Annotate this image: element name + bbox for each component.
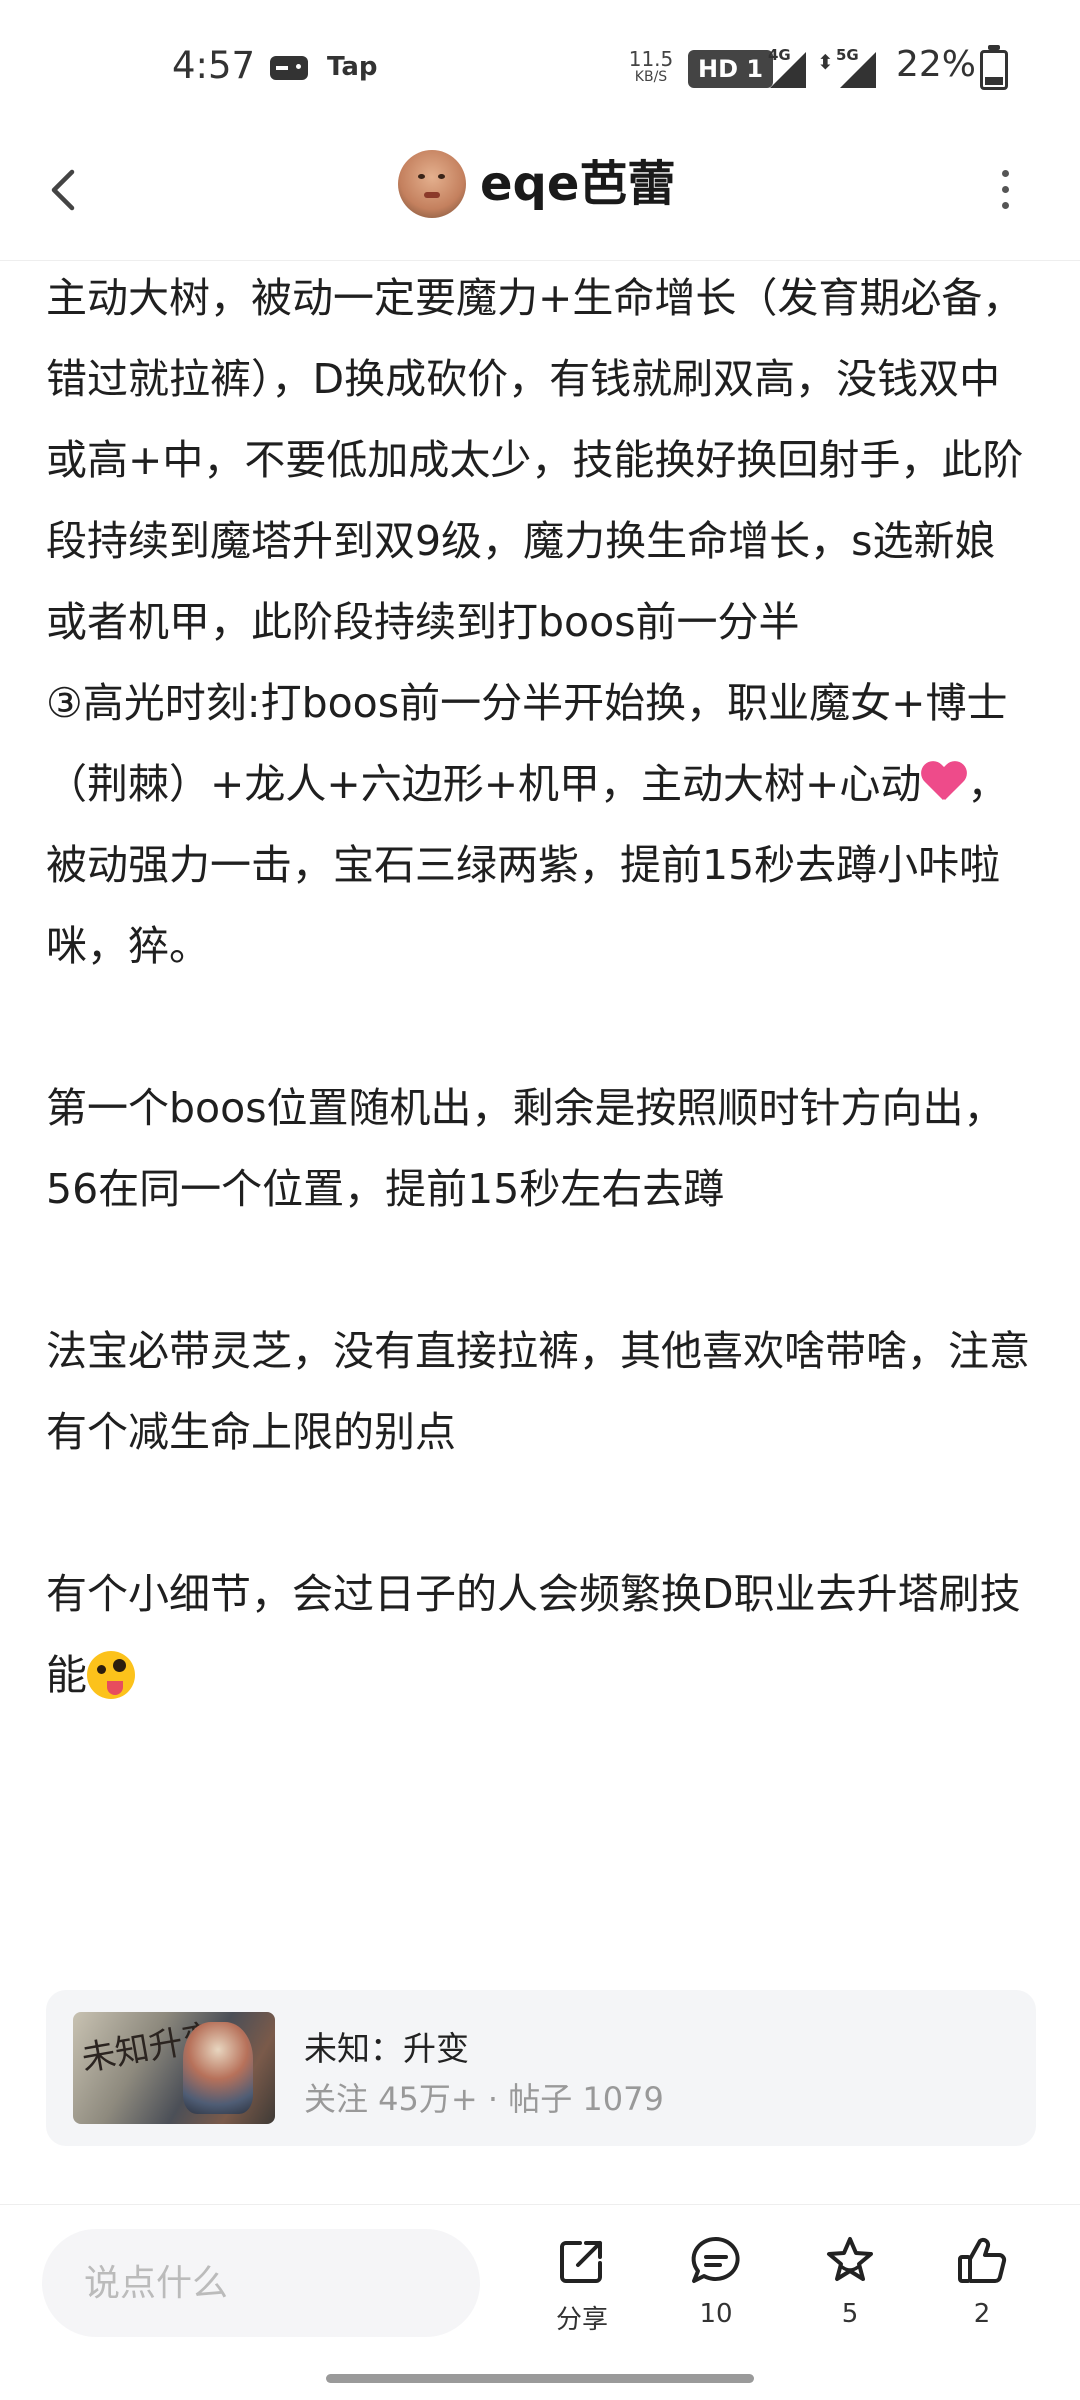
post-content: 主动大树，被动一定要魔力+生命增长（发育期必备，错过就拉裤），D换成砍价，有钱就…: [46, 258, 1036, 1716]
like-count: 2: [973, 2299, 991, 2329]
network-speed: 11.5 KB/S: [626, 47, 676, 86]
author-name[interactable]: eqe芭蕾: [480, 150, 675, 218]
comment-button[interactable]: 10: [666, 2233, 766, 2343]
like-button[interactable]: 2: [932, 2233, 1032, 2343]
circle-stats: 关注 45万+ · 帖子 1079: [304, 2074, 664, 2120]
paragraph: 主动大树，被动一定要魔力+生命增长（发育期必备，错过就拉裤），D换成砍价，有钱就…: [46, 274, 1024, 646]
paragraph-text: ③高光时刻:打boos前一分半开始换，职业魔女+博士（荆棘）+龙人+六边形+机甲…: [46, 679, 1008, 808]
more-dot: [1002, 186, 1009, 193]
data-arrows-icon: ⬍: [817, 50, 834, 74]
paragraph-text: 有个小细节，会过日子的人会频繁换D职业去升塔刷技能: [46, 1570, 1021, 1699]
paragraph: 第一个boos位置随机出，剩余是按照顺时针方向出，56在同一个位置，提前15秒左…: [46, 1084, 1005, 1213]
more-options-button[interactable]: [990, 166, 1020, 216]
signal-icon: [840, 52, 876, 88]
share-label: 分享: [555, 2305, 608, 2335]
speed-value: 11.5: [628, 47, 674, 71]
signal-icon: [770, 52, 806, 88]
back-arrow-icon: [51, 169, 75, 211]
heart-emoji: [921, 762, 967, 804]
more-dot: [1002, 202, 1009, 209]
paragraph: 法宝必带灵芝，没有直接拉裤，其他喜欢啥带啥，注意有个减生命上限的别点: [46, 1327, 1030, 1456]
circle-thumbnail: 未知升变: [73, 2012, 275, 2124]
more-vertical-icon: [1002, 170, 1009, 177]
thumbs-up-icon: [958, 2237, 1007, 2283]
home-indicator[interactable]: [326, 2374, 754, 2383]
bottom-action-bar: 分享 10 5 2: [0, 2204, 1080, 2353]
status-time: 4:57: [172, 44, 256, 87]
post-header: eqe芭蕾: [0, 130, 1080, 261]
avatar[interactable]: [398, 150, 466, 218]
favorite-count: 5: [841, 2299, 859, 2329]
hd-badge: HD 1: [688, 50, 774, 88]
stats-separator: ·: [487, 2080, 499, 2118]
comment-count: 10: [699, 2299, 733, 2329]
tap-app-icon: Tap: [327, 52, 378, 82]
game-controller-icon: [270, 56, 308, 80]
paragraph: ③高光时刻:打boos前一分半开始换，职业魔女+博士（荆棘）+龙人+六边形+机甲…: [46, 663, 1036, 987]
circle-card[interactable]: 未知升变 未知：升变 关注 45万+ · 帖子 1079: [46, 1990, 1036, 2146]
comment-input[interactable]: [42, 2229, 480, 2337]
zany-face-emoji: [87, 1651, 135, 1699]
battery-icon: [980, 45, 1008, 90]
paragraph: 有个小细节，会过日子的人会频繁换D职业去升塔刷技能: [46, 1554, 1036, 1716]
star-icon: [827, 2237, 873, 2281]
circle-followers: 关注 45万+: [304, 2080, 478, 2118]
share-icon: [560, 2241, 602, 2283]
circle-name: 未知：升变: [304, 2029, 469, 2068]
share-button[interactable]: 分享: [532, 2233, 632, 2343]
back-button[interactable]: [38, 160, 94, 220]
circle-posts: 帖子 1079: [508, 2080, 664, 2118]
favorite-button[interactable]: 5: [800, 2233, 900, 2343]
status-bar: 4:57 Tap 11.5 KB/S HD 1 4G ⬍ 5G 22%: [0, 0, 1080, 130]
battery-percent: 22%: [896, 44, 977, 85]
comment-icon: [691, 2236, 740, 2283]
thumbnail-character: [183, 2022, 253, 2114]
